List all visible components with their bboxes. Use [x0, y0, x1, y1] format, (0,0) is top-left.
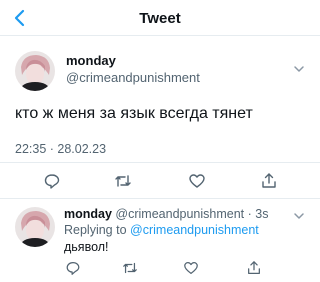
reply-reply-button[interactable]	[64, 259, 82, 277]
display-name[interactable]: monday	[66, 53, 116, 68]
chevron-down-icon[interactable]	[292, 209, 306, 223]
retweet-button[interactable]	[114, 172, 132, 190]
reply-button[interactable]	[43, 172, 61, 190]
tweet-text: кто ж меня за язык всегда тянет	[15, 105, 253, 122]
top-bar: Tweet	[0, 0, 320, 36]
share-icon	[262, 173, 276, 188]
chevron-down-icon[interactable]	[292, 62, 306, 76]
reply-icon	[44, 174, 60, 189]
like-button[interactable]	[188, 172, 206, 190]
replying-to: Replying to @crimeandpunishment	[64, 223, 259, 237]
reply-text: дьявол!	[64, 240, 109, 254]
replying-prefix: Replying to	[64, 223, 127, 237]
reply-like-button[interactable]	[182, 259, 200, 277]
mention-link[interactable]: @crimeandpunishment	[130, 223, 259, 237]
tweet-timestamp[interactable]: 22:35 · 28.02.23	[15, 142, 106, 156]
reply-avatar[interactable]	[15, 207, 55, 247]
avatar-image	[15, 207, 55, 247]
user-handle[interactable]: @crimeandpunishment	[66, 70, 200, 85]
avatar-image	[15, 51, 55, 91]
page-title: Tweet	[139, 10, 181, 27]
like-icon	[184, 262, 198, 274]
reply-retweet-button[interactable]	[121, 259, 139, 277]
reply-handle-time[interactable]: @crimeandpunishment · 3s	[115, 207, 268, 221]
like-icon	[189, 174, 205, 188]
reply-header: monday @crimeandpunishment · 3s	[64, 207, 268, 221]
retweet-icon	[123, 262, 137, 274]
divider	[0, 162, 320, 163]
divider	[0, 198, 320, 199]
avatar[interactable]	[15, 51, 55, 91]
share-button[interactable]	[260, 172, 278, 190]
reply-icon	[66, 262, 80, 275]
reply-share-button[interactable]	[245, 259, 263, 277]
share-icon	[248, 261, 260, 274]
reply-display-name[interactable]: monday	[64, 207, 112, 221]
retweet-icon	[115, 175, 131, 187]
